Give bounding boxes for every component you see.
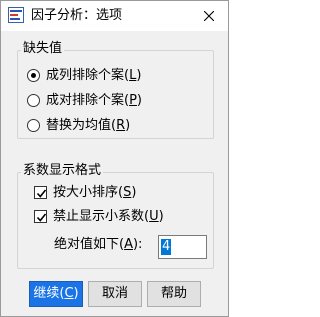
continue-button[interactable]: 继续(C) xyxy=(29,281,83,307)
radio-label: 替换为均值(R) xyxy=(46,118,131,133)
checkmark-icon xyxy=(36,189,47,198)
absolute-value-input[interactable]: 4 xyxy=(158,235,207,259)
factor-analysis-options-dialog: 因子分析：选项 缺失值 成列排除个案(L) 成对排除个案(P) 替换为均值(R)… xyxy=(0,0,229,317)
radio-label: 成对排除个案(P) xyxy=(46,93,142,108)
help-button[interactable]: 帮助 xyxy=(147,281,201,307)
missing-values-title: 缺失值 xyxy=(21,41,65,57)
checkmark-icon xyxy=(36,213,47,222)
radio-button[interactable] xyxy=(27,119,40,132)
cancel-button[interactable]: 取消 xyxy=(88,281,142,307)
checkbox-label: 禁止显示小系数(U) xyxy=(53,209,164,224)
absolute-value-label: 绝对值如下(A): xyxy=(54,237,143,252)
close-icon xyxy=(204,11,214,21)
checkbox-label: 按大小排序(S) xyxy=(53,185,137,200)
checkbox[interactable] xyxy=(34,186,47,199)
checkbox[interactable] xyxy=(34,210,47,223)
window-title: 因子分析：选项 xyxy=(31,8,123,23)
radio-label: 成列排除个案(L) xyxy=(46,68,142,83)
close-button[interactable] xyxy=(190,1,228,31)
coefficient-format-title: 系数显示格式 xyxy=(21,163,104,179)
radio-button[interactable] xyxy=(27,94,40,107)
absolute-value-text: 4 xyxy=(161,239,172,255)
title-bar: 因子分析：选项 xyxy=(1,1,228,31)
radio-button[interactable] xyxy=(27,69,40,82)
factor-analysis-icon xyxy=(8,7,24,23)
